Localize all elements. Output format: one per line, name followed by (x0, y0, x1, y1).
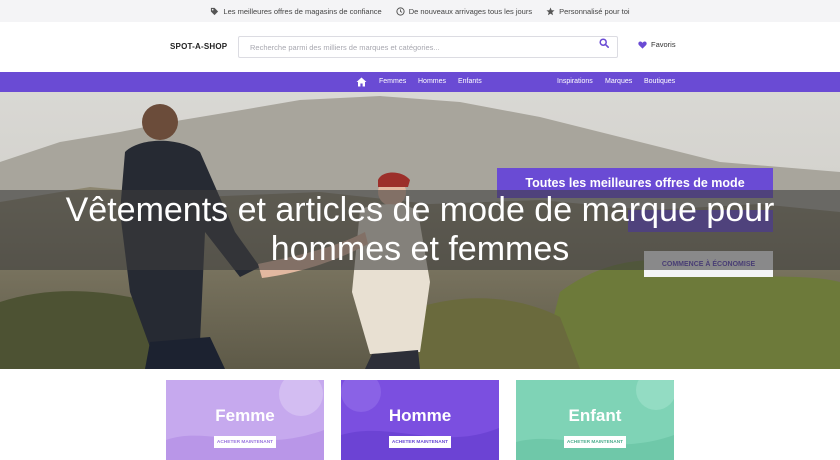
nav-item-boutiques[interactable]: Boutiques (644, 72, 675, 92)
category-title-homme: Homme (388, 406, 452, 425)
shop-now-button-femme[interactable]: ACHETER MAINTENANT (214, 436, 276, 448)
favorites-label: Favoris (651, 40, 676, 49)
hero-banner: Toutes les meilleures offres de mode COM… (0, 92, 840, 369)
search-icon (599, 38, 609, 48)
category-title-enfant: Enfant (568, 406, 622, 425)
star-icon (546, 7, 555, 15)
topbar-item-offers: Les meilleures offres de magasins de con… (210, 6, 382, 16)
tag-icon (211, 7, 219, 15)
nav-item-inspirations[interactable]: Inspirations (557, 72, 593, 92)
main-nav: Femmes Hommes Enfants Inspirations Marqu… (0, 72, 840, 92)
nav-item-marques[interactable]: Marques (605, 72, 632, 92)
site-logo[interactable]: SPOT-A-SHOP (170, 42, 227, 51)
category-card-enfant[interactable]: Enfant ACHETER MAINTENANT (516, 380, 674, 460)
hero-headline-overlay: Vêtements et articles de mode de marque … (0, 190, 840, 270)
site-header: SPOT-A-SHOP Favoris (0, 22, 840, 72)
search-button[interactable] (597, 36, 611, 50)
favorites-link[interactable]: Favoris (638, 40, 676, 49)
nav-item-hommes[interactable]: Hommes (418, 72, 446, 92)
category-title-femme: Femme (215, 406, 275, 425)
heart-icon (638, 40, 647, 49)
nav-item-enfants[interactable]: Enfants (458, 72, 482, 92)
clock-icon (396, 6, 405, 16)
nav-item-femmes[interactable]: Femmes (379, 72, 406, 92)
topbar-label-personalized: Personnalisé pour toi (559, 6, 630, 16)
home-icon[interactable] (356, 77, 367, 87)
topbar-item-personalized: Personnalisé pour toi (546, 6, 630, 16)
page-title: Vêtements et articles de mode de marque … (65, 191, 775, 268)
category-card-femme[interactable]: Femme ACHETER MAINTENANT (166, 380, 324, 460)
topbar-item-arrivals: De nouveaux arrivages tous les jours (396, 7, 532, 16)
topbar-label-offers: Les meilleures offres de magasins de con… (223, 6, 382, 16)
top-info-bar: Les meilleures offres de magasins de con… (0, 0, 840, 22)
search-box (238, 36, 618, 58)
category-card-homme[interactable]: Homme ACHETER MAINTENANT (341, 380, 499, 460)
shop-now-button-enfant[interactable]: ACHETER MAINTENANT (564, 436, 626, 448)
search-input[interactable] (239, 37, 589, 57)
shop-now-button-homme[interactable]: ACHETER MAINTENANT (389, 436, 451, 448)
topbar-label-arrivals: De nouveaux arrivages tous les jours (408, 6, 533, 16)
